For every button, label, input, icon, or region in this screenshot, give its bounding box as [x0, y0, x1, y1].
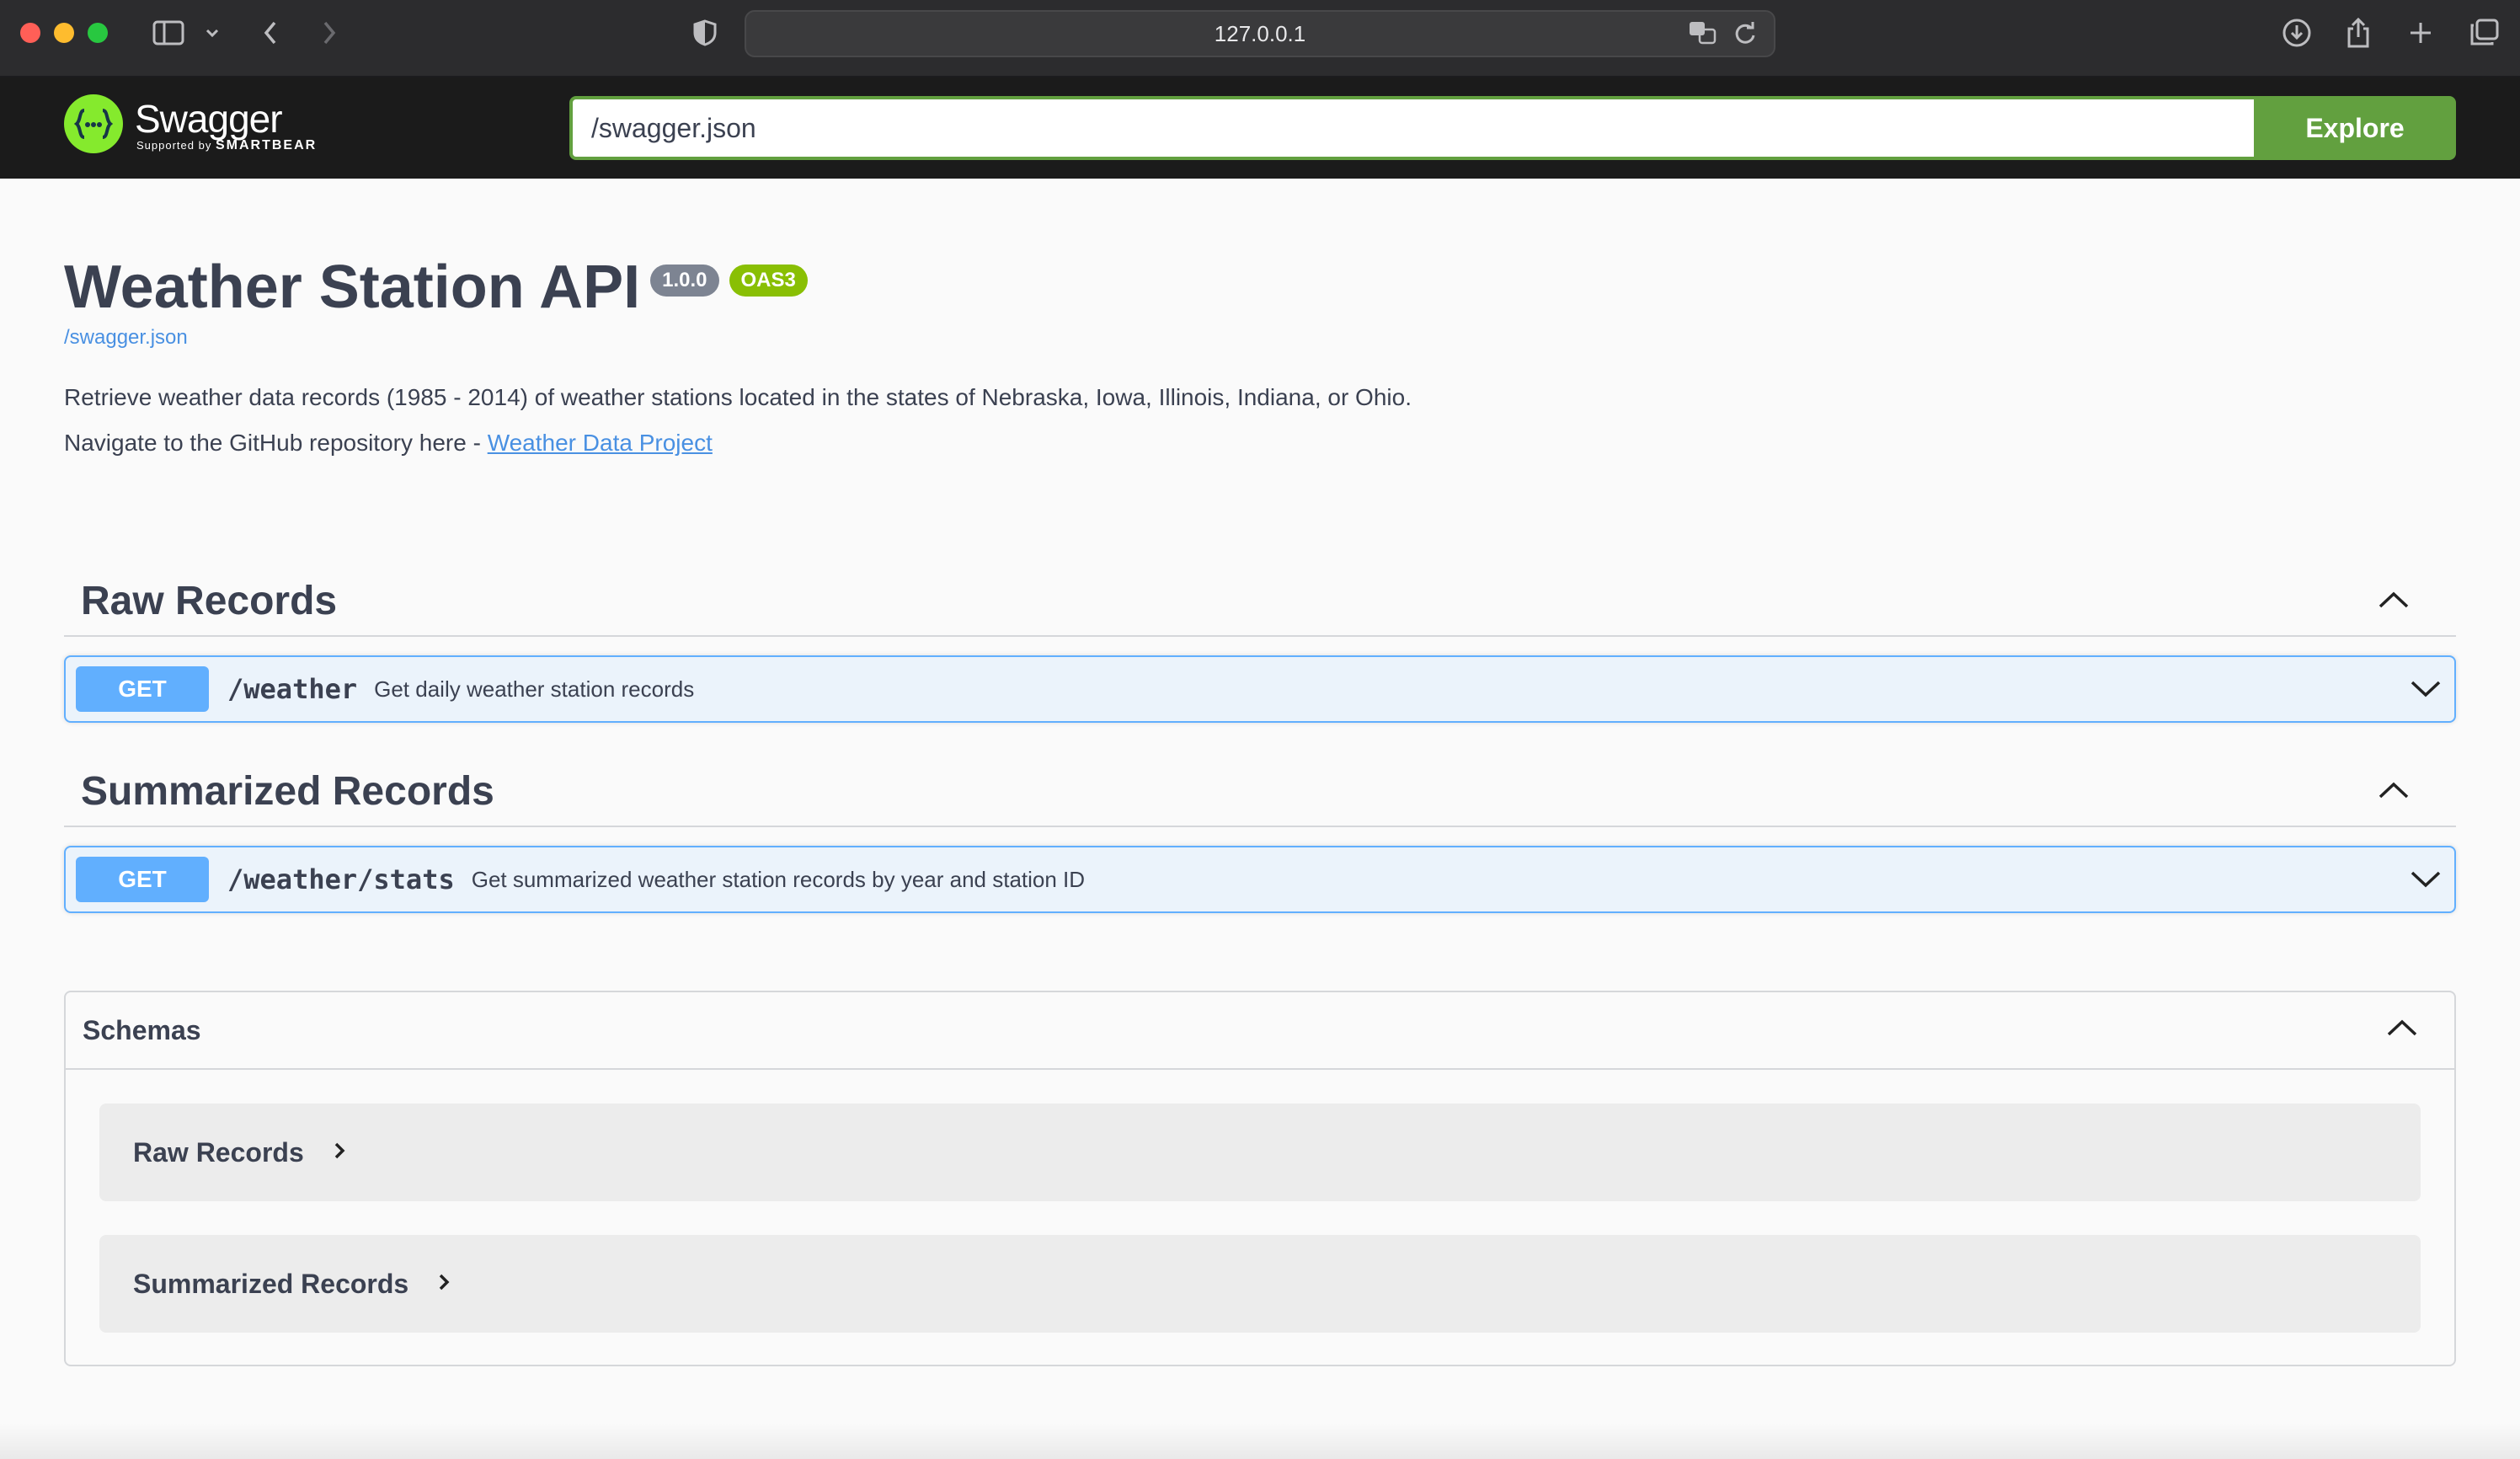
tag-title: Summarized Records [81, 768, 494, 814]
logo-tagline: Supported by SMARTBEAR [136, 138, 317, 153]
swagger-topbar: Swagger Supported by SMARTBEAR Explore [0, 77, 2520, 179]
logo-tagline-brand: SMARTBEAR [215, 138, 318, 152]
operation-summary: Get daily weather station records [374, 676, 695, 702]
browser-toolbar: 127.0.0.1 [0, 0, 2520, 77]
explore-button[interactable]: Explore [2254, 96, 2456, 160]
repo-prefix: Navigate to the GitHub repository here - [64, 429, 488, 456]
chevron-down-icon[interactable] [202, 15, 222, 51]
page-bottom-edge [0, 1424, 2520, 1459]
schemas-section: Schemas Raw Records Summarized Records [64, 991, 2456, 1366]
minimize-window-button[interactable] [54, 23, 74, 43]
reload-icon[interactable] [1733, 20, 1757, 51]
tag-raw-records[interactable]: Raw Records [64, 566, 2456, 637]
chevron-up-icon[interactable] [2377, 780, 2411, 804]
address-bar[interactable]: 127.0.0.1 [745, 10, 1775, 57]
schemas-header[interactable]: Schemas [66, 992, 2454, 1070]
spec-url-input[interactable] [569, 96, 2257, 160]
forward-icon[interactable] [317, 15, 342, 51]
chevron-up-icon[interactable] [2385, 1018, 2419, 1042]
schema-model-summarized-records[interactable]: Summarized Records [99, 1235, 2421, 1333]
chevron-right-icon[interactable] [333, 1141, 346, 1165]
api-description: Retrieve weather data records (1985 - 20… [64, 383, 1412, 410]
sidebar-icon[interactable] [150, 15, 187, 51]
operation-get-weather[interactable]: GET /weather Get daily weather station r… [64, 655, 2456, 723]
back-icon[interactable] [258, 15, 283, 51]
schemas-title: Schemas [83, 1014, 201, 1045]
tabs-overview-icon[interactable] [2468, 15, 2500, 51]
method-badge: GET [76, 857, 209, 902]
operation-get-weather-stats[interactable]: GET /weather/stats Get summarized weathe… [64, 846, 2456, 913]
page-title: Weather Station API [64, 254, 641, 321]
download-icon[interactable] [2281, 15, 2313, 51]
chevron-right-icon[interactable] [437, 1272, 451, 1296]
swagger-logo-icon [64, 94, 123, 153]
repo-link[interactable]: Weather Data Project [488, 430, 713, 456]
chevron-down-icon[interactable] [2409, 868, 2443, 894]
share-icon[interactable] [2343, 15, 2373, 51]
spec-link[interactable]: /swagger.json [64, 326, 2456, 350]
translate-icon[interactable] [1688, 20, 1718, 51]
tag-summarized-records[interactable]: Summarized Records [64, 756, 2456, 827]
repo-line: Navigate to the GitHub repository here -… [64, 425, 2456, 461]
operation-path: /weather/stats [227, 863, 455, 895]
api-info: Weather Station API 1.0.0 OAS3 /swagger.… [64, 253, 2456, 471]
new-tab-icon[interactable] [2405, 15, 2436, 51]
tag-title: Raw Records [81, 578, 338, 623]
model-name: Raw Records [133, 1136, 304, 1168]
method-badge: GET [76, 666, 209, 712]
schema-model-raw-records[interactable]: Raw Records [99, 1104, 2421, 1201]
url-text: 127.0.0.1 [1214, 20, 1306, 46]
operation-path: /weather [227, 673, 358, 705]
close-window-button[interactable] [20, 23, 40, 43]
logo-tagline-prefix: Supported by [136, 139, 212, 152]
version-badge: 1.0.0 [650, 265, 719, 297]
oas-badge: OAS3 [729, 265, 808, 297]
zoom-window-button[interactable] [88, 23, 108, 43]
chevron-up-icon[interactable] [2377, 590, 2411, 614]
swagger-logo[interactable]: Swagger Supported by SMARTBEAR [64, 94, 315, 153]
shield-icon[interactable] [691, 15, 719, 51]
logo-wordmark: Swagger [135, 97, 283, 141]
model-name: Summarized Records [133, 1268, 409, 1299]
chevron-down-icon[interactable] [2409, 677, 2443, 703]
operation-summary: Get summarized weather station records b… [471, 866, 1086, 892]
